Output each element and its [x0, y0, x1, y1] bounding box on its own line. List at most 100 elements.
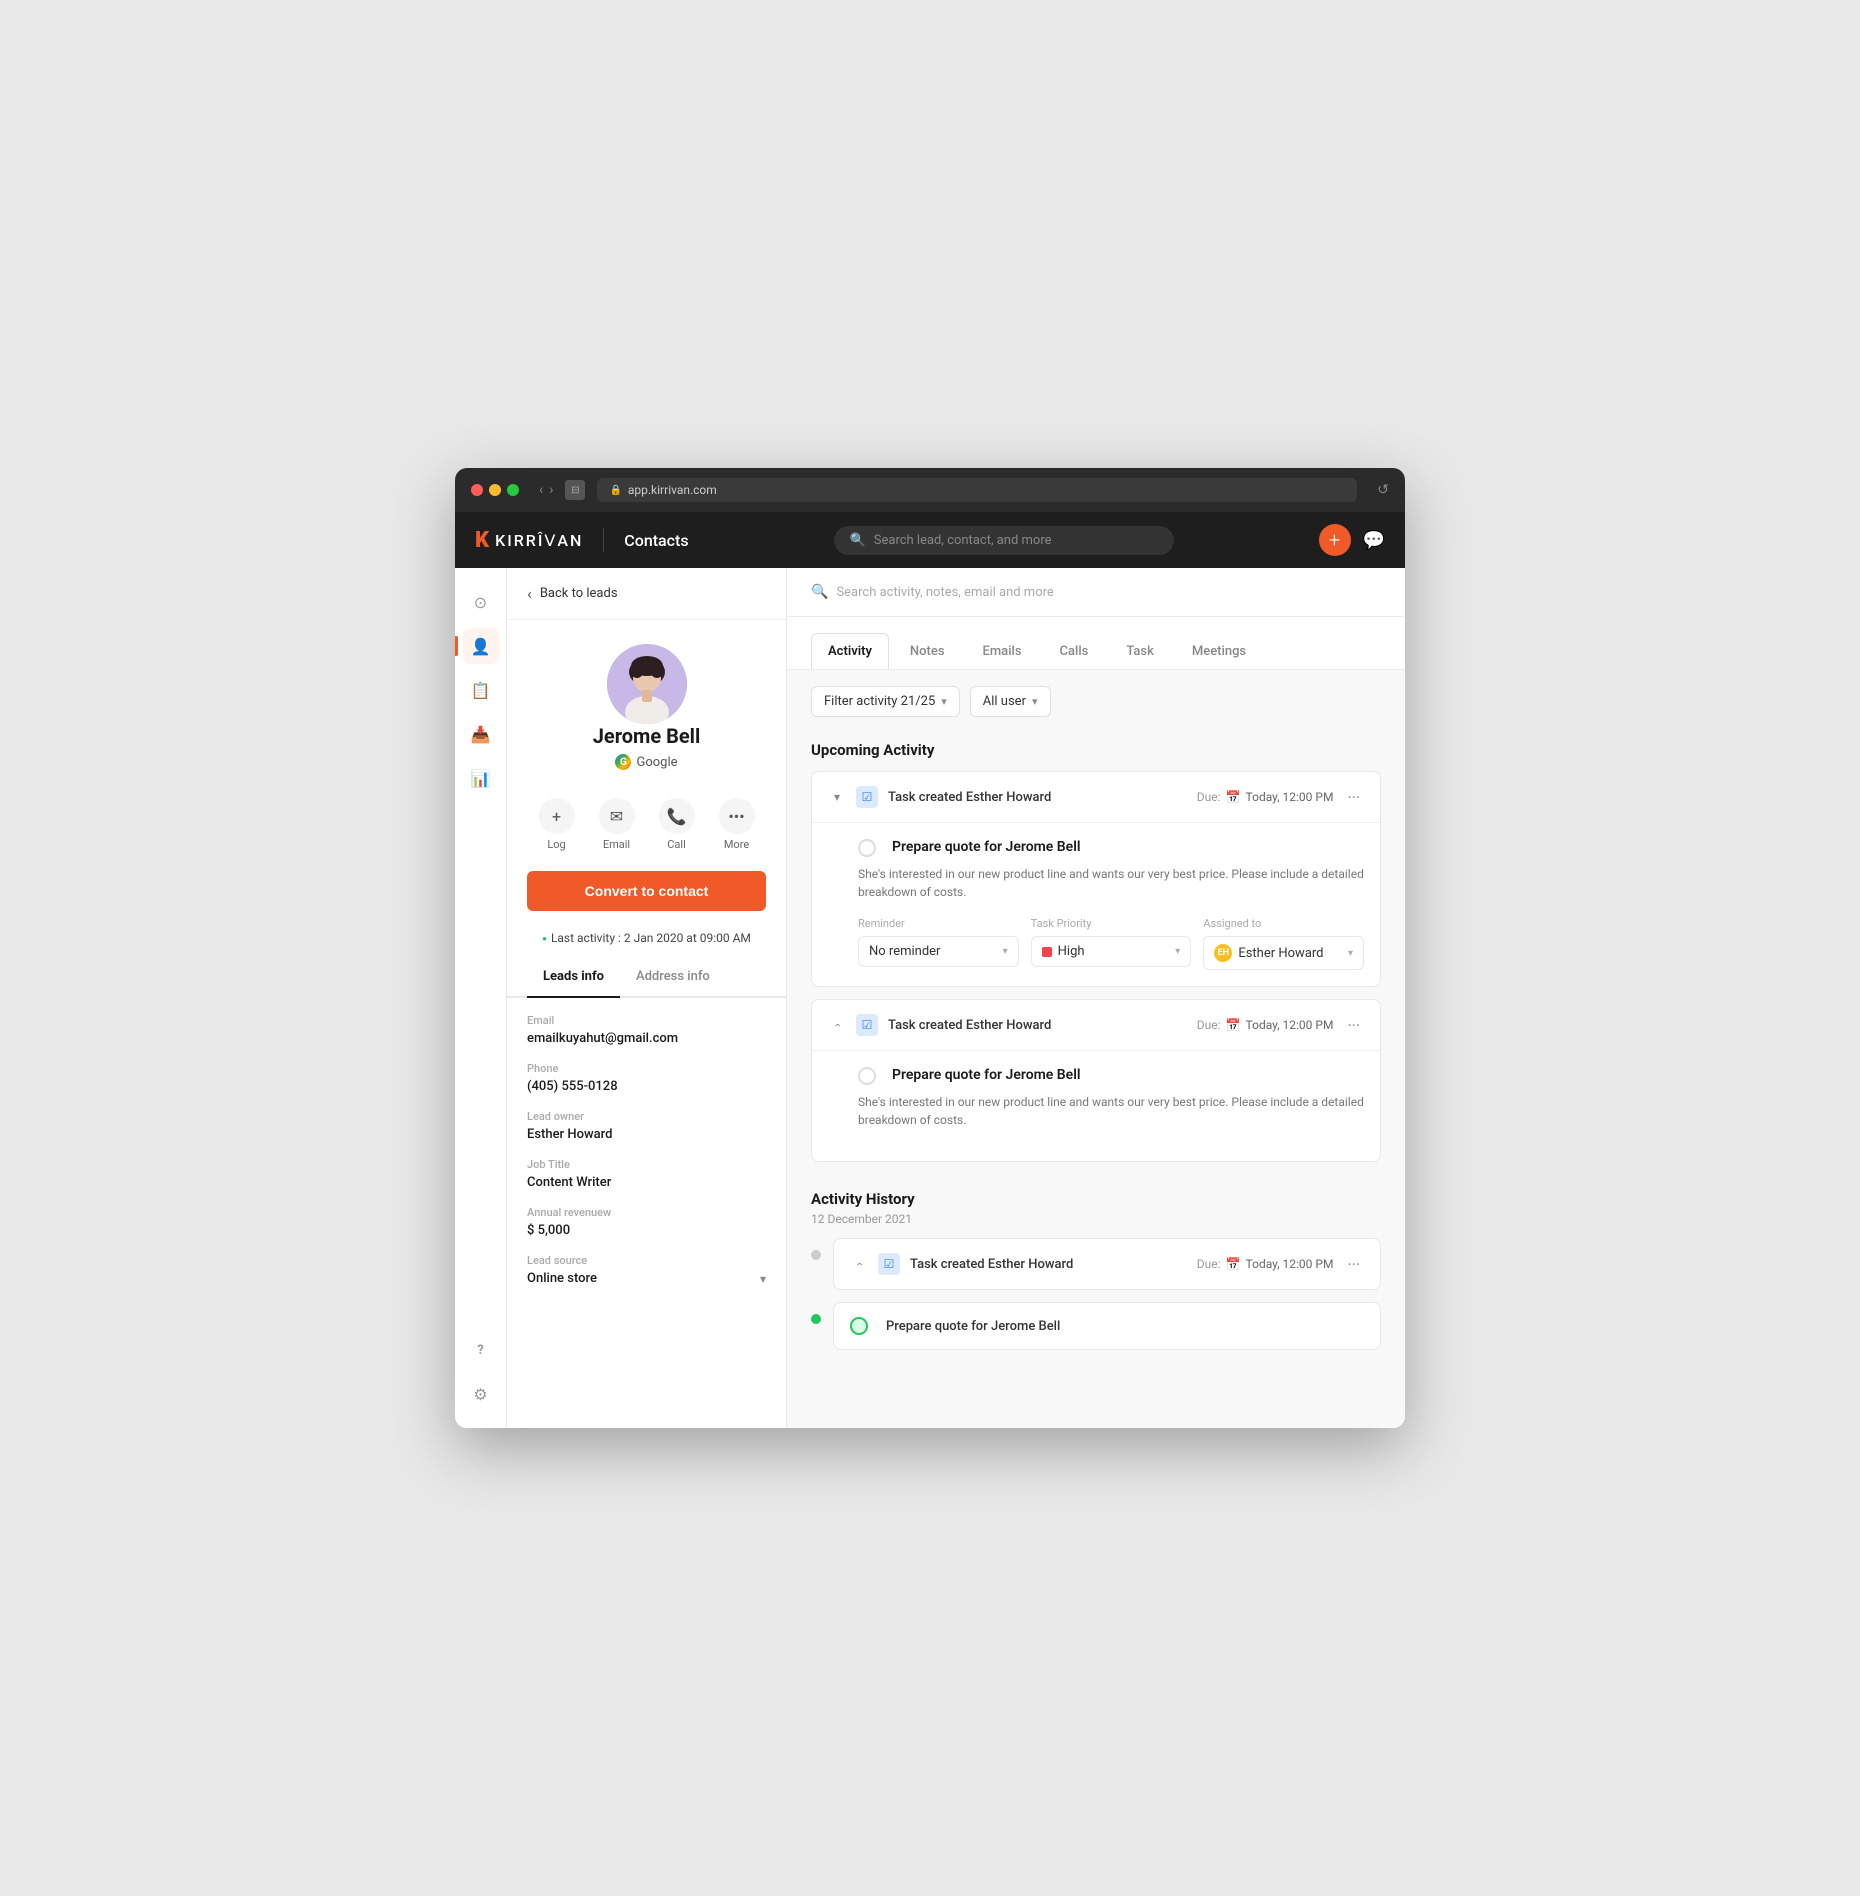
- call-action[interactable]: 📞 Call: [659, 798, 695, 851]
- more-button-2[interactable]: ···: [1343, 1016, 1364, 1035]
- task-title-row-1: Prepare quote for Jerome Bell: [858, 839, 1364, 857]
- sidebar-item-documents[interactable]: 📋: [463, 672, 499, 708]
- reminder-field: Reminder No reminder ▾: [858, 917, 1019, 970]
- tab-calls[interactable]: Calls: [1043, 633, 1106, 669]
- expand-history-1[interactable]: ›: [850, 1255, 868, 1273]
- tab-emails[interactable]: Emails: [966, 633, 1039, 669]
- activity-card-2-body: Prepare quote for Jerome Bell She's inte…: [812, 1050, 1380, 1161]
- task-icon-1: ☑: [856, 786, 878, 808]
- history-task-icon-1: ☑: [878, 1253, 900, 1275]
- field-annual-revenue: Annual revenuew $ 5,000: [527, 1206, 766, 1238]
- due-info-2: Due: 📅 Today, 12:00 PM: [1197, 1018, 1334, 1032]
- filter-activity-chevron-icon: ▾: [941, 695, 947, 708]
- priority-chevron-icon: ▾: [1175, 946, 1180, 957]
- check-circle-2[interactable]: [858, 1067, 876, 1085]
- sidebar-item-settings[interactable]: ⚙: [463, 1376, 499, 1412]
- email-action[interactable]: ✉ Email: [599, 798, 635, 851]
- reload-button[interactable]: ↺: [1377, 482, 1389, 498]
- contact-actions: + Log ✉ Email 📞 Call ••• More: [507, 786, 786, 863]
- lead-owner-value[interactable]: Esther Howard: [527, 1127, 766, 1142]
- log-action[interactable]: + Log: [539, 798, 575, 851]
- history-dot-2: [811, 1314, 821, 1324]
- reminder-value[interactable]: No reminder ▾: [858, 936, 1019, 967]
- logo-k: K: [475, 528, 487, 553]
- tab-address-info[interactable]: Address info: [620, 957, 726, 998]
- activity-card-1-header: ▾ ☑ Task created Esther Howard Due: 📅 To…: [812, 772, 1380, 822]
- lead-source-text: Online store: [527, 1271, 597, 1286]
- add-button[interactable]: +: [1319, 524, 1351, 556]
- tab-activity[interactable]: Activity: [811, 633, 889, 669]
- priority-value[interactable]: High ▾: [1031, 936, 1192, 967]
- assigned-label: Assigned to: [1203, 917, 1364, 930]
- forward-button[interactable]: ›: [549, 482, 553, 498]
- avatar-svg: [607, 644, 687, 724]
- header-search-box[interactable]: 🔍 Search lead, contact, and more: [834, 526, 1174, 555]
- avatar: [607, 644, 687, 724]
- lead-info: Email emailkuyahut@gmail.com Phone (405)…: [507, 998, 786, 1318]
- field-lead-source: Lead source Online store ▾: [527, 1254, 766, 1286]
- history-dot-1: [811, 1250, 821, 1260]
- traffic-light-red[interactable]: [471, 484, 483, 496]
- history-more-button-1[interactable]: ···: [1343, 1255, 1364, 1274]
- search-icon-small: 🔍: [811, 584, 828, 600]
- activity-dot: ●: [542, 934, 547, 943]
- more-button-1[interactable]: ···: [1343, 788, 1364, 807]
- activity-tabs: Activity Notes Emails Calls Task Meeting…: [787, 617, 1405, 670]
- page-title: Contacts: [624, 531, 688, 550]
- check-circle-1[interactable]: [858, 839, 876, 857]
- due-time-2: Today, 12:00 PM: [1246, 1018, 1334, 1032]
- back-to-leads[interactable]: ‹ Back to leads: [507, 568, 786, 620]
- all-user-dropdown[interactable]: All user ▾: [970, 686, 1051, 717]
- task-name-2: Prepare quote for Jerome Bell: [892, 1067, 1081, 1083]
- tab-task[interactable]: Task: [1109, 633, 1171, 669]
- app-body: ⊙ 👤 📋 📥 📊 ? ⚙ ‹: [455, 568, 1405, 1428]
- expand-button-2[interactable]: ›: [828, 1016, 846, 1034]
- task-meta-1: Reminder No reminder ▾ Task Priority Hig…: [858, 917, 1364, 970]
- sidebar-item-inbox[interactable]: 📥: [463, 716, 499, 752]
- convert-to-contact-button[interactable]: Convert to contact: [527, 871, 766, 911]
- sidebar-item-help[interactable]: ?: [463, 1332, 499, 1368]
- sidebar-item-reports[interactable]: 📊: [463, 760, 499, 796]
- field-lead-owner: Lead owner Esther Howard: [527, 1110, 766, 1142]
- tab-leads-info[interactable]: Leads info: [527, 957, 620, 998]
- more-action[interactable]: ••• More: [719, 798, 755, 851]
- search-placeholder: Search lead, contact, and more: [874, 533, 1052, 548]
- history-section: Activity History 12 December 2021 › ☑ Ta…: [787, 1174, 1405, 1350]
- collapse-button-1[interactable]: ▾: [828, 788, 846, 806]
- check-circle-hist-2[interactable]: [850, 1317, 868, 1335]
- email-value[interactable]: emailkuyahut@gmail.com: [527, 1031, 766, 1046]
- traffic-light-green[interactable]: [507, 484, 519, 496]
- logo-text: KIRRÎⅤAN: [495, 531, 583, 550]
- main-content: 🔍 Search activity, notes, email and more…: [787, 568, 1405, 1428]
- contact-profile: Jerome Bell G Google: [507, 620, 786, 786]
- annual-revenue-value[interactable]: $ 5,000: [527, 1223, 766, 1238]
- back-button[interactable]: ‹: [539, 482, 543, 498]
- lead-source-value[interactable]: Online store ▾: [527, 1271, 766, 1286]
- history-due-time-1: Today, 12:00 PM: [1246, 1257, 1334, 1271]
- priority-field: Task Priority High ▾: [1031, 917, 1192, 970]
- annual-revenue-label: Annual revenuew: [527, 1206, 766, 1219]
- sidebar-item-contacts[interactable]: 👤: [463, 628, 499, 664]
- phone-value[interactable]: (405) 555-0128: [527, 1079, 766, 1094]
- contact-panel: ‹ Back to leads: [507, 568, 787, 1428]
- job-title-value[interactable]: Content Writer: [527, 1175, 766, 1190]
- address-bar[interactable]: 🔒 app.kirrivan.com: [597, 478, 1357, 502]
- assigned-field: Assigned to EH Esther Howard ▾: [1203, 917, 1364, 970]
- assigned-value[interactable]: EH Esther Howard ▾: [1203, 936, 1364, 970]
- sidebar-toggle[interactable]: ⊟: [565, 480, 585, 500]
- activity-search-bar[interactable]: 🔍 Search activity, notes, email and more: [787, 568, 1405, 617]
- traffic-light-yellow[interactable]: [489, 484, 501, 496]
- tab-meetings[interactable]: Meetings: [1175, 633, 1263, 669]
- log-icon: +: [539, 798, 575, 834]
- card-2-title: Task created Esther Howard: [888, 1018, 1187, 1033]
- history-section-title: Activity History: [811, 1190, 1381, 1212]
- chat-button[interactable]: 💬: [1363, 530, 1385, 551]
- activity-card-1: ▾ ☑ Task created Esther Howard Due: 📅 To…: [811, 771, 1381, 987]
- job-title-label: Job Title: [527, 1158, 766, 1171]
- history-item-1: › ☑ Task created Esther Howard Due: 📅 To…: [811, 1238, 1381, 1290]
- filter-activity-dropdown[interactable]: Filter activity 21/25 ▾: [811, 686, 960, 717]
- tab-notes[interactable]: Notes: [893, 633, 962, 669]
- field-phone: Phone (405) 555-0128: [527, 1062, 766, 1094]
- contacts-icon: 👤: [471, 637, 491, 656]
- sidebar-item-home[interactable]: ⊙: [463, 584, 499, 620]
